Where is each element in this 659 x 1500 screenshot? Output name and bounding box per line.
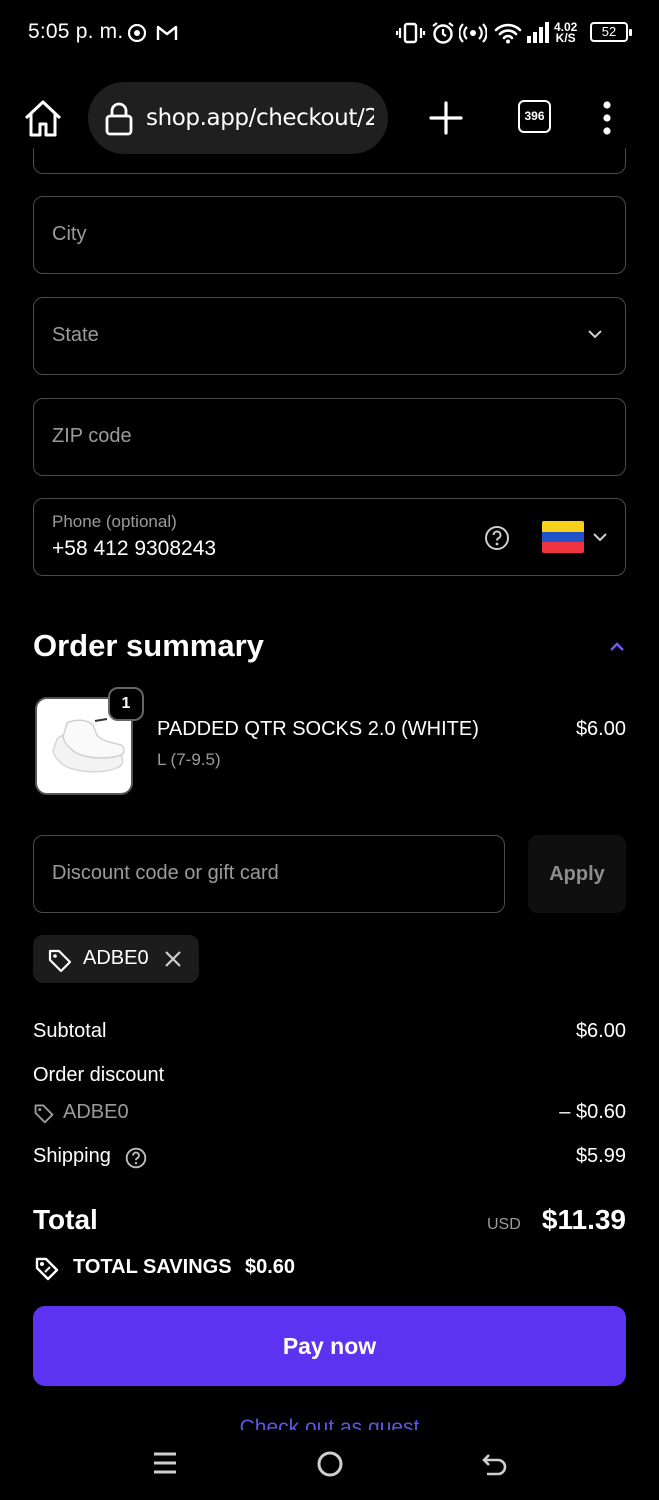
shipping-row: Shipping $5.99 bbox=[33, 1145, 626, 1169]
hotspot-icon bbox=[459, 23, 487, 43]
guest-checkout-link-wrapper: Check out as guest bbox=[0, 1416, 659, 1430]
savings-label: TOTAL SAVINGS bbox=[73, 1256, 232, 1278]
discount-value: – $0.60 bbox=[559, 1101, 626, 1123]
signal-icon bbox=[527, 22, 549, 43]
home-icon[interactable] bbox=[22, 98, 64, 138]
help-circle-icon[interactable] bbox=[125, 1147, 147, 1169]
discount-code-text: ADBE0 bbox=[63, 1101, 129, 1123]
more-vert-icon[interactable] bbox=[596, 98, 618, 138]
battery-indicator: 52 bbox=[590, 22, 632, 42]
product-price: $6.00 bbox=[575, 718, 626, 740]
city-placeholder: City bbox=[52, 223, 87, 245]
chevron-down-icon bbox=[588, 330, 602, 339]
state-select[interactable]: State bbox=[33, 297, 626, 375]
phone-value[interactable]: +58 412 9308243 bbox=[52, 537, 216, 561]
quantity-badge: 1 bbox=[108, 687, 144, 721]
order-discount-row: Order discount bbox=[33, 1064, 626, 1087]
shipping-value: $5.99 bbox=[575, 1145, 626, 1167]
product-name: PADDED QTR SOCKS 2.0 (WHITE) bbox=[157, 718, 479, 740]
zip-field[interactable]: ZIP code bbox=[33, 398, 626, 476]
city-field[interactable]: City bbox=[33, 196, 626, 274]
apply-button[interactable]: Apply bbox=[528, 835, 626, 913]
chevron-down-icon[interactable] bbox=[592, 529, 608, 545]
state-placeholder: State bbox=[52, 324, 99, 346]
total-value: $11.39 bbox=[541, 1204, 626, 1235]
lock-icon bbox=[105, 102, 133, 136]
chevron-up-icon[interactable] bbox=[608, 640, 626, 654]
order-discount-label: Order discount bbox=[33, 1064, 165, 1086]
vibrate-icon bbox=[396, 22, 426, 44]
status-time: 5:05 p. m. bbox=[28, 20, 124, 43]
tag-icon bbox=[35, 1257, 59, 1281]
network-speed-unit: K/S bbox=[555, 31, 576, 45]
system-navigation-bar bbox=[0, 1430, 659, 1500]
zip-placeholder: ZIP code bbox=[52, 425, 132, 447]
gmail-icon bbox=[156, 25, 178, 40]
browser-toolbar: shop.app/checkout/2 396 bbox=[0, 78, 659, 158]
address-field-edge bbox=[33, 148, 626, 174]
tag-icon bbox=[34, 1104, 54, 1124]
discount-code-input[interactable]: Discount code or gift card bbox=[33, 835, 505, 913]
guest-checkout-link[interactable]: Check out as guest bbox=[240, 1416, 420, 1430]
total-currency: USD bbox=[487, 1216, 521, 1233]
wifi-icon bbox=[494, 23, 522, 44]
country-flag[interactable] bbox=[542, 521, 584, 553]
applied-code: ADBE0 bbox=[83, 947, 149, 969]
applied-discount-chip: ADBE0 bbox=[33, 935, 199, 983]
discount-placeholder: Discount code or gift card bbox=[52, 862, 279, 884]
savings-value: $0.60 bbox=[245, 1256, 296, 1278]
status-bar: 5:05 p. m. 4.02 K/S 52 bbox=[0, 0, 659, 64]
subtotal-row: Subtotal $6.00 bbox=[33, 1020, 626, 1043]
phone-field[interactable]: Phone (optional) +58 412 9308243 bbox=[33, 498, 626, 576]
address-bar[interactable]: shop.app/checkout/2 bbox=[88, 82, 388, 154]
total-label: Total bbox=[33, 1204, 98, 1235]
back-icon[interactable] bbox=[481, 1450, 509, 1478]
subtotal-label: Subtotal bbox=[33, 1020, 107, 1042]
product-variant: L (7-9.5) bbox=[157, 750, 221, 769]
circle-icon[interactable] bbox=[316, 1450, 344, 1478]
phone-label: Phone (optional) bbox=[52, 512, 177, 531]
url-text[interactable]: shop.app/checkout/2 bbox=[146, 105, 374, 131]
tag-icon bbox=[48, 949, 72, 973]
subtotal-value: $6.00 bbox=[575, 1020, 626, 1042]
tabs-button[interactable]: 396 bbox=[518, 100, 551, 133]
network-speed: 4.02 K/S bbox=[554, 21, 577, 45]
order-summary-title: Order summary bbox=[33, 628, 264, 663]
pay-now-button[interactable]: Pay now bbox=[33, 1306, 626, 1386]
menu-icon[interactable] bbox=[152, 1450, 178, 1476]
chrome-icon bbox=[128, 24, 146, 42]
close-icon[interactable] bbox=[163, 949, 183, 969]
help-circle-icon[interactable] bbox=[484, 525, 510, 551]
plus-icon[interactable] bbox=[428, 100, 464, 136]
alarm-icon bbox=[432, 22, 454, 44]
shipping-label: Shipping bbox=[33, 1145, 111, 1167]
